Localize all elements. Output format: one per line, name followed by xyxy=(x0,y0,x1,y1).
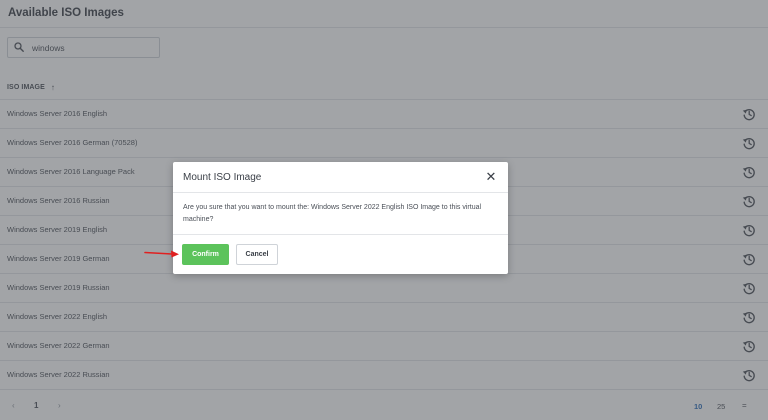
annotation-arrow-icon xyxy=(144,250,179,258)
close-icon[interactable]: ✕ xyxy=(484,170,498,184)
dialog-header-divider xyxy=(173,192,508,193)
confirm-button[interactable]: Confirm xyxy=(182,244,229,265)
mount-iso-dialog: Mount ISO Image ✕ Are you sure that you … xyxy=(173,162,508,274)
dialog-message: Are you sure that you want to mount the:… xyxy=(183,204,482,223)
dialog-title: Mount ISO Image xyxy=(183,172,262,183)
dialog-footer-divider xyxy=(173,234,508,235)
cancel-button[interactable]: Cancel xyxy=(236,244,278,265)
